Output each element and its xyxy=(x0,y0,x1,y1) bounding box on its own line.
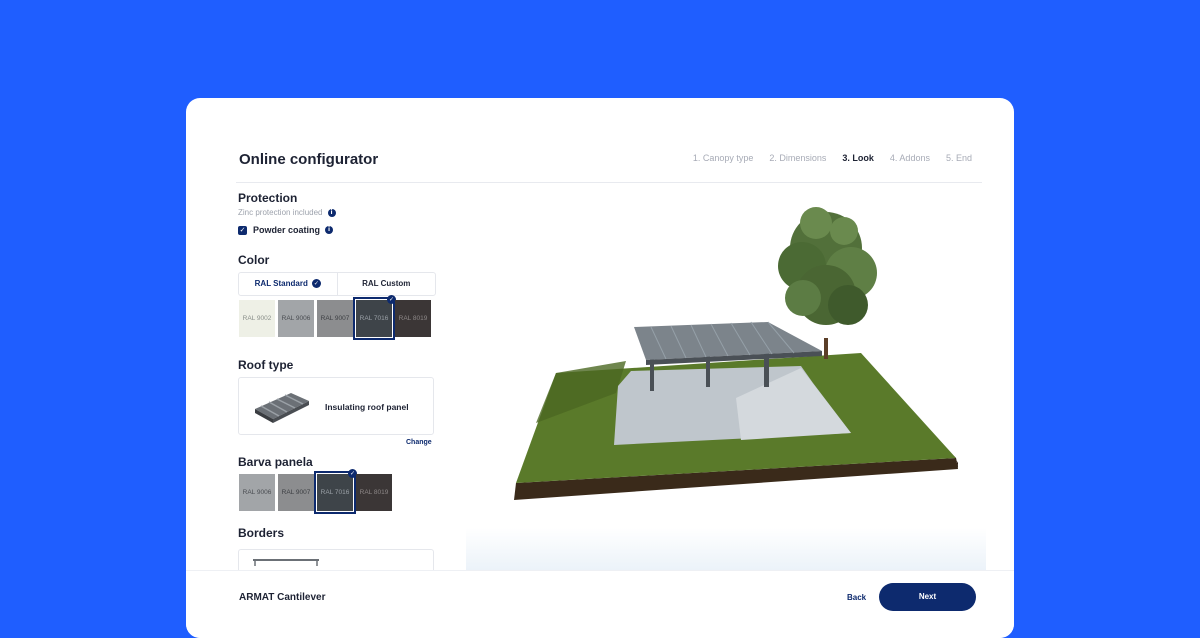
step-canopy-type[interactable]: 1. Canopy type xyxy=(693,153,754,163)
protection-subtitle-text: Zinc protection included xyxy=(238,208,323,217)
swatch-label: RAL 8019 xyxy=(398,315,428,322)
color-swatch[interactable]: RAL 9006 xyxy=(278,300,314,337)
roof-panel-icon xyxy=(255,393,309,423)
info-icon[interactable]: i xyxy=(327,208,336,217)
color-swatch[interactable]: RAL 8019 xyxy=(356,474,392,511)
color-swatch[interactable]: RAL 9002 xyxy=(239,300,275,337)
roof-type-title: Roof type xyxy=(238,358,294,372)
color-title: Color xyxy=(238,253,270,267)
powder-coating-label: Powder coating xyxy=(253,225,321,235)
borders-title: Borders xyxy=(238,526,285,540)
panel-color-swatches: RAL 9006 RAL 9007 RAL 7016 ✓ RAL 8019 xyxy=(239,469,392,514)
roof-type-card[interactable]: Insulating roof panel xyxy=(238,377,434,435)
swatch-label: RAL 9006 xyxy=(281,315,311,322)
color-swatch[interactable]: RAL 7016 ✓ xyxy=(353,295,396,340)
configurator-card: Online configurator 1. Canopy type 2. Di… xyxy=(186,98,1014,638)
border-option-card[interactable] xyxy=(238,549,434,570)
color-swatches: RAL 9002 RAL 9006 RAL 9007 RAL 7016 ✓ RAL 801… xyxy=(239,295,431,340)
page-title: Online configurator xyxy=(239,151,379,168)
tab-ral-standard[interactable]: RAL Standard ✓ xyxy=(239,273,338,295)
swatch-label: RAL 9006 xyxy=(242,489,272,496)
back-button[interactable]: Back xyxy=(847,593,866,602)
options-panel[interactable]: Protection Zinc protection included i ✓ P… xyxy=(238,188,438,570)
step-addons[interactable]: 4. Addons xyxy=(890,153,930,163)
step-end[interactable]: 5. End xyxy=(946,153,972,163)
tab-ral-custom-label: RAL Custom xyxy=(362,279,411,288)
protection-subtitle: Zinc protection included i xyxy=(238,208,336,217)
protection-title: Protection xyxy=(238,191,298,205)
info-icon[interactable]: i xyxy=(325,226,334,234)
roof-type-label: Insulating roof panel xyxy=(325,402,409,412)
canopy-3d-preview[interactable] xyxy=(506,193,986,533)
color-swatch[interactable]: RAL 7016 ✓ xyxy=(314,469,357,514)
change-roof-link[interactable]: Change xyxy=(406,439,432,446)
color-swatch[interactable]: RAL 9007 xyxy=(317,300,353,337)
swatch-label: RAL 9007 xyxy=(320,315,350,322)
step-dimensions[interactable]: 2. Dimensions xyxy=(769,153,826,163)
header: Online configurator 1. Canopy type 2. Di… xyxy=(186,98,1014,184)
tab-ral-standard-label: RAL Standard xyxy=(254,279,308,288)
preview-fade xyxy=(466,528,986,573)
color-swatch[interactable]: RAL 9006 xyxy=(239,474,275,511)
tab-ral-custom[interactable]: RAL Custom xyxy=(338,273,436,295)
color-swatch[interactable]: RAL 8019 xyxy=(395,300,431,337)
tree-canopy xyxy=(778,207,877,325)
powder-coating-checkbox[interactable]: ✓ xyxy=(238,225,247,235)
step-look[interactable]: 3. Look xyxy=(842,153,874,163)
stepper: 1. Canopy type 2. Dimensions 3. Look 4. … xyxy=(693,153,972,163)
swatch-label: RAL 8019 xyxy=(359,489,389,496)
tree-trunk xyxy=(824,338,828,359)
color-tabs: RAL Standard ✓ RAL Custom xyxy=(238,272,436,296)
swatch-label: RAL 9007 xyxy=(281,489,311,496)
product-name: ARMAT Cantilever xyxy=(239,592,326,603)
check-icon: ✓ xyxy=(311,279,321,289)
header-divider xyxy=(236,182,982,183)
border-profile-icon xyxy=(253,559,319,566)
swatch-label: RAL 9002 xyxy=(242,315,272,322)
powder-coating-option[interactable]: ✓ Powder coating i xyxy=(238,225,334,235)
swatch-label: RAL 7016 xyxy=(320,489,350,496)
swatch-label: RAL 7016 xyxy=(359,315,389,322)
next-button[interactable]: Next xyxy=(879,583,976,611)
panel-color-title: Barva panela xyxy=(238,455,313,469)
color-swatch[interactable]: RAL 9007 xyxy=(278,474,314,511)
